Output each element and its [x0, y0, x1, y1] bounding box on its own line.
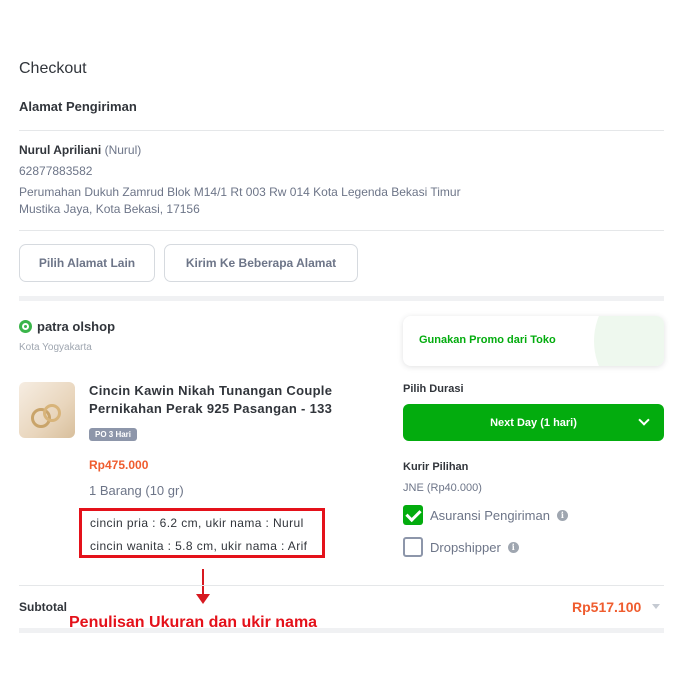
- subtotal-value[interactable]: Rp517.100: [572, 599, 641, 615]
- address-line-1: Perumahan Dukuh Zamrud Blok M14/1 Rt 003…: [19, 185, 461, 199]
- section-separator: [19, 628, 664, 633]
- product-image[interactable]: [19, 382, 75, 438]
- divider: [19, 585, 664, 586]
- address-line-2: Mustika Jaya, Kota Bekasi, 17156: [19, 202, 200, 216]
- promo-decoration: [594, 316, 664, 366]
- multi-address-button[interactable]: Kirim Ke Beberapa Alamat: [164, 244, 358, 282]
- product-note-line-1: cincin pria : 6.2 cm, ukir nama : Nurul: [90, 516, 304, 530]
- divider: [19, 130, 664, 131]
- product-title[interactable]: Cincin Kawin Nikah Tunangan Couple Perni…: [89, 382, 359, 418]
- shop-header: patra olshop: [19, 319, 115, 334]
- recipient-phone: 62877883582: [19, 164, 93, 178]
- info-icon[interactable]: i: [507, 541, 519, 553]
- subtotal-label: Subtotal: [19, 600, 67, 614]
- info-icon[interactable]: i: [556, 509, 568, 521]
- divider: [19, 230, 664, 231]
- shipping-section-title: Alamat Pengiriman: [19, 99, 137, 114]
- preorder-badge: PO 3 Hari: [89, 428, 138, 441]
- insurance-label: Asuransi Pengiriman: [430, 507, 550, 523]
- insurance-option[interactable]: Asuransi Pengiriman i: [403, 505, 568, 525]
- duration-label: Pilih Durasi: [403, 383, 464, 395]
- chevron-down-icon: [638, 414, 650, 426]
- product-note-highlight: cincin pria : 6.2 cm, ukir nama : Nurul …: [79, 508, 325, 558]
- choose-other-address-button[interactable]: Pilih Alamat Lain: [19, 244, 155, 282]
- product-quantity: 1 Barang (10 gr): [89, 483, 184, 498]
- dropshipper-label: Dropshipper: [430, 539, 501, 555]
- recipient-address: Perumahan Dukuh Zamrud Blok M14/1 Rt 003…: [19, 184, 499, 218]
- product-note-line-2: cincin wanita : 5.8 cm, ukir nama : Arif: [90, 539, 308, 553]
- shop-promo-button[interactable]: Gunakan Promo dari Toko: [403, 316, 664, 366]
- shop-badge-icon: [19, 320, 32, 333]
- page-title: Checkout: [19, 60, 87, 77]
- arrow-head: [196, 594, 210, 604]
- courier-value: JNE (Rp40.000): [403, 482, 482, 494]
- dropshipper-option[interactable]: Dropshipper i: [403, 537, 519, 557]
- promo-label: Gunakan Promo dari Toko: [419, 334, 556, 346]
- product-price: Rp475.000: [89, 458, 149, 472]
- expand-subtotal-icon[interactable]: [652, 604, 660, 609]
- shop-name[interactable]: patra olshop: [37, 319, 115, 334]
- section-separator: [19, 296, 664, 301]
- insurance-checkbox[interactable]: [403, 505, 423, 525]
- duration-select-button[interactable]: Next Day (1 hari): [403, 404, 664, 441]
- courier-label: Kurir Pilihan: [403, 461, 469, 473]
- dropshipper-checkbox[interactable]: [403, 537, 423, 557]
- recipient-line: Nurul Apriliani (Nurul): [19, 143, 141, 157]
- ring-shape: [43, 404, 61, 422]
- duration-value: Next Day (1 hari): [490, 416, 577, 429]
- recipient-nick: (Nurul): [104, 143, 142, 157]
- recipient-name: Nurul Apriliani: [19, 143, 102, 157]
- shop-city: Kota Yogyakarta: [19, 342, 92, 353]
